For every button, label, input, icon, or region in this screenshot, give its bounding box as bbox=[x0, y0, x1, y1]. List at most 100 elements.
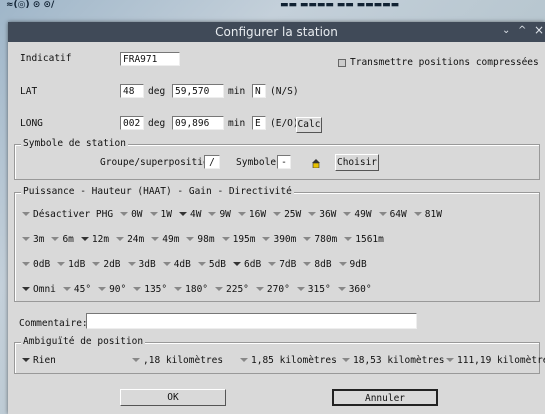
long-min-input[interactable]: 09,896 bbox=[172, 116, 224, 130]
height-option[interactable]: 12m bbox=[80, 234, 109, 245]
long-hemisphere-input[interactable]: E bbox=[252, 116, 266, 130]
ambiguity-option[interactable]: Rien bbox=[22, 355, 56, 366]
cancel-button[interactable]: Annuler bbox=[332, 389, 438, 406]
map-label: ≈(◎) ⊙ ⊙/ bbox=[6, 0, 55, 10]
radio-label: Omni bbox=[33, 284, 56, 295]
ambiguity-option[interactable]: 111,19 kilomètres bbox=[446, 355, 545, 366]
radio-label: 64W bbox=[389, 209, 407, 220]
radio-label: 195m bbox=[232, 234, 256, 245]
power-option[interactable]: 0W bbox=[120, 209, 143, 220]
dir-option[interactable]: 90° bbox=[98, 284, 126, 295]
radio-label: 81W bbox=[424, 209, 442, 220]
radio-icon bbox=[308, 211, 317, 216]
radio-label: 5dB bbox=[208, 259, 227, 270]
radio-label: 0dB bbox=[33, 259, 51, 270]
calc-button[interactable]: Calc bbox=[296, 117, 322, 133]
radio-label: 3m bbox=[33, 234, 45, 245]
gain-option[interactable]: 3dB bbox=[127, 259, 156, 270]
comment-label: Commentaire: bbox=[19, 318, 88, 329]
gain-option[interactable]: 7dB bbox=[268, 259, 296, 270]
gain-option[interactable]: 9dB bbox=[338, 259, 367, 270]
comment-input[interactable] bbox=[86, 313, 417, 329]
power-option[interactable]: 4W bbox=[178, 209, 202, 220]
lat-min-unit: min bbox=[228, 86, 246, 97]
radio-label: 24m bbox=[127, 234, 145, 245]
power-option[interactable]: Désactiver PHG bbox=[22, 209, 113, 220]
dir-option[interactable]: 45° bbox=[62, 284, 91, 295]
radio-label: 111,19 kilomètres bbox=[457, 355, 545, 366]
height-option[interactable]: 390m bbox=[262, 234, 296, 245]
minimize-button[interactable]: ⌄ bbox=[502, 25, 510, 36]
dir-option[interactable]: 225° bbox=[215, 284, 249, 295]
lat-deg-input[interactable]: 48 bbox=[120, 84, 144, 98]
power-option[interactable]: 49W bbox=[343, 209, 372, 220]
ambiguity-option[interactable]: 18,53 kilomètres bbox=[342, 355, 445, 366]
height-option[interactable]: 98m bbox=[186, 234, 215, 245]
dir-option[interactable]: 180° bbox=[174, 284, 208, 295]
dir-option[interactable]: 315° bbox=[296, 284, 331, 295]
close-button[interactable]: × bbox=[534, 23, 544, 37]
radio-icon bbox=[22, 211, 30, 216]
radio-icon bbox=[221, 236, 230, 241]
lat-hemisphere-input[interactable]: N bbox=[252, 84, 266, 98]
dir-option[interactable]: 270° bbox=[255, 284, 290, 295]
gain-option[interactable]: 1dB bbox=[57, 259, 85, 270]
compressed-checkbox[interactable] bbox=[338, 58, 346, 67]
gain-option[interactable]: 8dB bbox=[303, 259, 332, 270]
height-option[interactable]: 49m bbox=[151, 234, 179, 245]
symbol-input[interactable]: - bbox=[277, 155, 291, 169]
title-bar[interactable]: Configurer la station ⌄ ^ × bbox=[8, 22, 545, 42]
radio-label: 9dB bbox=[349, 259, 367, 270]
radio-icon bbox=[262, 236, 271, 241]
height-option[interactable]: 195m bbox=[221, 234, 256, 245]
height-option[interactable]: 780m bbox=[303, 234, 337, 245]
power-option[interactable]: 81W bbox=[413, 209, 442, 220]
long-deg-unit: deg bbox=[148, 118, 166, 129]
long-hemisphere-hint: (E/O) bbox=[270, 118, 299, 129]
radio-label: 4W bbox=[189, 209, 202, 220]
height-option[interactable]: 24m bbox=[116, 234, 144, 245]
callsign-label: Indicatif bbox=[20, 53, 72, 64]
radio-label: 315° bbox=[307, 284, 331, 295]
radio-label: 270° bbox=[266, 284, 290, 295]
radio-label: 36W bbox=[319, 209, 337, 220]
power-option[interactable]: 64W bbox=[378, 209, 407, 220]
power-option[interactable]: 16W bbox=[237, 209, 267, 220]
dir-option[interactable]: 135° bbox=[133, 284, 167, 295]
height-option[interactable]: 6m bbox=[51, 234, 74, 245]
radio-icon bbox=[446, 357, 454, 362]
height-option[interactable]: 1561m bbox=[344, 234, 384, 245]
gain-option[interactable]: 5dB bbox=[197, 259, 227, 270]
gain-option[interactable]: 2dB bbox=[92, 259, 121, 270]
radio-icon bbox=[149, 211, 158, 216]
dir-option[interactable]: 360° bbox=[337, 284, 372, 295]
radio-label: 98m bbox=[197, 234, 215, 245]
radio-icon bbox=[127, 261, 136, 266]
power-option[interactable]: 9W bbox=[208, 209, 231, 220]
group-overlay-input[interactable]: / bbox=[204, 155, 220, 169]
height-option[interactable]: 3m bbox=[22, 234, 44, 245]
power-option[interactable]: 1W bbox=[149, 209, 172, 220]
compressed-checkbox-row[interactable]: Transmettre positions compressées bbox=[338, 57, 539, 68]
radio-label: 1W bbox=[160, 209, 172, 220]
ambiguity-option[interactable]: ,18 kilomètres bbox=[132, 355, 223, 366]
radio-icon bbox=[197, 261, 206, 266]
radio-label: Rien bbox=[33, 355, 56, 366]
dir-option[interactable]: Omni bbox=[22, 284, 56, 295]
gain-option[interactable]: 4dB bbox=[162, 259, 191, 270]
lat-min-input[interactable]: 59,570 bbox=[172, 84, 224, 98]
power-option[interactable]: 36W bbox=[308, 209, 336, 220]
radio-icon bbox=[303, 261, 312, 266]
gain-option[interactable]: 0dB bbox=[22, 259, 50, 270]
radio-label: 225° bbox=[226, 284, 249, 295]
radio-label: 16W bbox=[248, 209, 267, 220]
long-deg-input[interactable]: 002 bbox=[120, 116, 144, 130]
power-option[interactable]: 25W bbox=[273, 209, 301, 220]
directivity-options: Omni 45° 90° 135° 180° 225° 270° 315° 360° bbox=[22, 284, 379, 295]
ok-button[interactable]: OK bbox=[120, 389, 226, 406]
gain-option[interactable]: 6dB bbox=[233, 259, 261, 270]
ambiguity-option[interactable]: 1,85 kilomètres bbox=[240, 355, 337, 366]
maximize-button[interactable]: ^ bbox=[518, 25, 526, 36]
callsign-input[interactable]: FRA971 bbox=[120, 52, 180, 66]
choose-symbol-button[interactable]: Choisir bbox=[335, 154, 379, 171]
